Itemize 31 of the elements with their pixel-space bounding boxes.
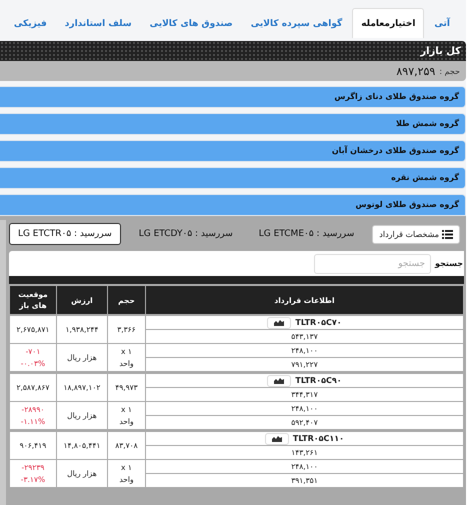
area-chart-icon bbox=[274, 377, 284, 384]
maturity-tab[interactable]: سررسید : LG ETCME۰۵ bbox=[250, 224, 362, 244]
market-tab[interactable]: اختیارمعامله bbox=[352, 8, 424, 38]
market-tab[interactable]: گواهی سپرده کالایی bbox=[242, 9, 350, 38]
group-header[interactable]: گروه صندوق طلای لوتوس bbox=[0, 194, 466, 216]
area-chart-icon bbox=[272, 435, 282, 442]
contract-spec-button[interactable]: مشخصات قرارداد bbox=[372, 224, 460, 244]
chart-button[interactable] bbox=[264, 432, 289, 444]
market-tab[interactable]: فیزیکی bbox=[6, 9, 55, 38]
list-icon bbox=[442, 230, 453, 238]
volume-label: حجم : bbox=[439, 66, 460, 76]
market-tab[interactable]: آتی bbox=[426, 9, 458, 38]
maturity-tab[interactable]: سررسید : LG ETCTR۰۵ bbox=[8, 223, 121, 245]
market-tab[interactable]: سلف استاندارد bbox=[56, 9, 140, 38]
group-header[interactable]: گروه شمش طلا bbox=[0, 113, 466, 135]
market-title: کل بازار bbox=[420, 46, 461, 56]
area-chart-icon bbox=[274, 319, 284, 326]
search-field[interactable]: جستجو bbox=[314, 254, 432, 274]
search-label: جستجو bbox=[435, 259, 463, 268]
group-header[interactable]: گروه شمش نقره bbox=[0, 167, 466, 189]
market-tab[interactable]: صندوق های کالایی bbox=[142, 9, 241, 38]
group-header[interactable]: گروه صندوق طلای درخشان آبان bbox=[0, 140, 466, 162]
group-header[interactable]: گروه صندوق طلای دنای زاگرس bbox=[0, 86, 466, 108]
contract-symbol[interactable]: TLTR۰۵C۷۰ bbox=[295, 316, 342, 328]
contract-symbol[interactable]: TLTR۰۵C۹۰ bbox=[295, 374, 342, 386]
contract-symbol[interactable]: TLTR۰۵C۱۱۰ bbox=[292, 432, 344, 444]
chart-button[interactable] bbox=[267, 316, 292, 328]
maturity-tab[interactable]: سررسید : LG ETCDY۰۵ bbox=[130, 224, 241, 244]
scrollbar[interactable] bbox=[0, 220, 6, 505]
chart-button[interactable] bbox=[267, 374, 292, 386]
volume-value: ۸۹۷,۲۵۹ bbox=[396, 64, 436, 78]
